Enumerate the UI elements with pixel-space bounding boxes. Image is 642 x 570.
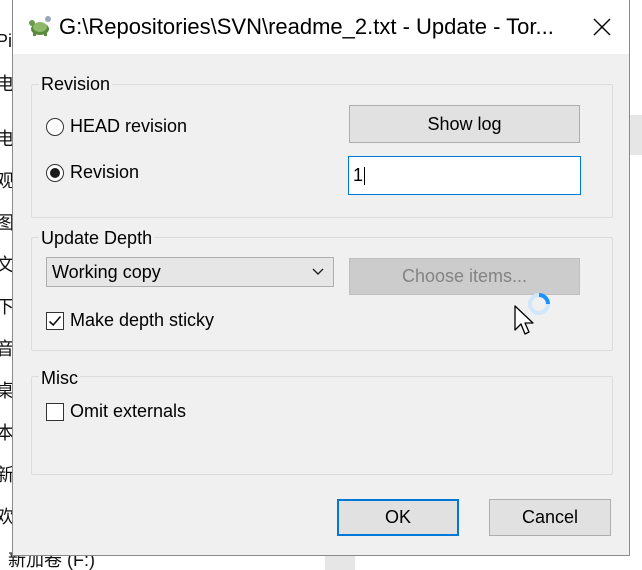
revision-label: Revision bbox=[70, 162, 140, 182]
revision-group-label: Revision bbox=[39, 73, 113, 95]
background-scrollbar bbox=[628, 115, 642, 155]
misc-group-label: Misc bbox=[39, 367, 80, 389]
head-revision-label: HEAD revision bbox=[70, 116, 188, 136]
ok-button[interactable]: OK bbox=[337, 499, 459, 536]
checkbox[interactable] bbox=[46, 311, 64, 330]
close-button[interactable] bbox=[575, 0, 629, 54]
tortoise-icon bbox=[29, 16, 51, 36]
make-depth-sticky-label: Make depth sticky bbox=[70, 310, 215, 330]
radio-button[interactable] bbox=[46, 163, 64, 182]
head-revision-radio[interactable]: HEAD revision bbox=[46, 116, 187, 137]
revision-number-input[interactable]: 1 bbox=[348, 156, 581, 195]
close-icon bbox=[593, 18, 611, 36]
revision-number-value: 1 bbox=[353, 165, 364, 185]
cancel-button[interactable]: Cancel bbox=[489, 499, 611, 536]
revision-radio[interactable]: Revision bbox=[46, 162, 139, 183]
update-depth-group-label: Update Depth bbox=[39, 227, 155, 249]
title-bar[interactable]: G:\Repositories\SVN\readme_2.txt - Updat… bbox=[13, 0, 629, 54]
show-log-button[interactable]: Show log bbox=[349, 105, 580, 143]
checkmark-icon bbox=[48, 315, 62, 326]
misc-group bbox=[31, 376, 613, 475]
omit-externals-checkbox[interactable]: Omit externals bbox=[46, 401, 186, 422]
update-dialog: G:\Repositories\SVN\readme_2.txt - Updat… bbox=[12, 0, 630, 556]
text-caret bbox=[364, 166, 366, 185]
chevron-down-icon bbox=[312, 268, 324, 275]
omit-externals-label: Omit externals bbox=[70, 401, 187, 421]
radio-button[interactable] bbox=[46, 117, 64, 136]
make-depth-sticky-checkbox[interactable]: Make depth sticky bbox=[46, 310, 214, 331]
depth-select-value: Working copy bbox=[52, 261, 161, 282]
mouse-pointer-icon bbox=[514, 305, 534, 335]
depth-select[interactable]: Working copy bbox=[46, 257, 334, 287]
radio-selected-dot bbox=[50, 167, 60, 178]
checkbox[interactable] bbox=[46, 402, 64, 421]
background-strip bbox=[325, 556, 355, 570]
choose-items-button[interactable]: Choose items... bbox=[349, 258, 580, 295]
window-title: G:\Repositories\SVN\readme_2.txt - Updat… bbox=[59, 14, 554, 39]
